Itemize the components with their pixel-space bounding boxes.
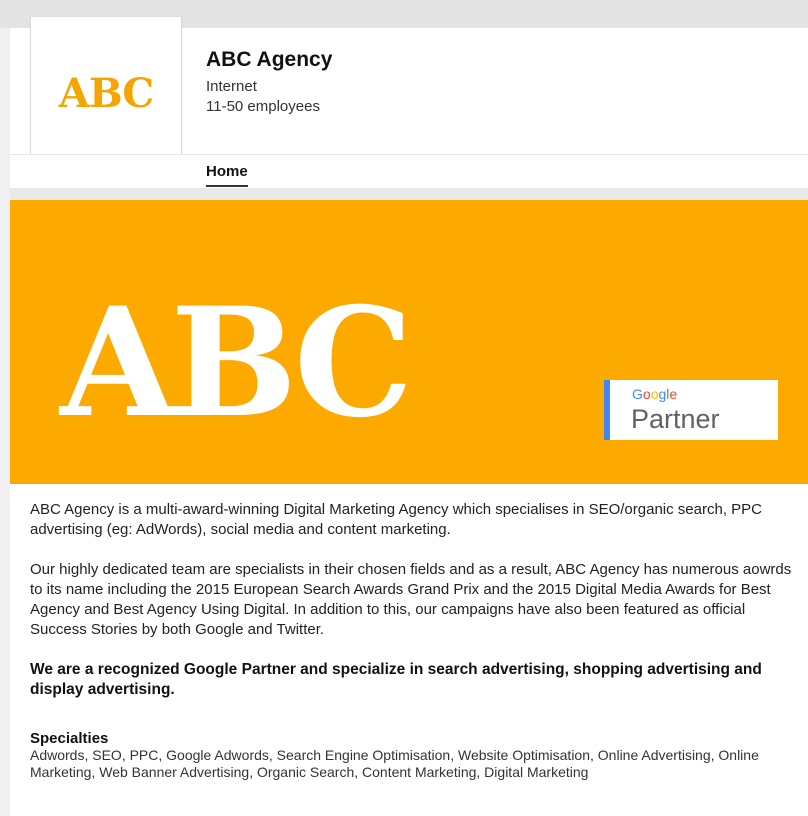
cover-banner: ABC Google Partner bbox=[10, 200, 808, 484]
about-highlight: We are a recognized Google Partner and s… bbox=[30, 661, 762, 698]
banner-logo-text: ABC bbox=[60, 275, 413, 451]
divider bbox=[10, 188, 808, 200]
about-paragraph-2: Our highly dedicated team are specialist… bbox=[30, 561, 792, 638]
company-size: 11-50 employees bbox=[206, 98, 320, 115]
company-name[interactable]: ABC Agency bbox=[206, 48, 332, 72]
about-section: ABC Agency is a multi-award-winning Digi… bbox=[30, 500, 800, 781]
company-logo-text: ABC bbox=[58, 69, 154, 117]
company-header: ABC ABC Agency Internet 11-50 employees … bbox=[10, 16, 808, 188]
partner-label: Partner bbox=[631, 404, 720, 434]
company-industry: Internet bbox=[206, 78, 257, 95]
specialties-list: Adwords, SEO, PPC, Google Adwords, Searc… bbox=[30, 747, 759, 780]
company-logo[interactable]: ABC bbox=[30, 16, 182, 170]
specialties-title: Specialties bbox=[30, 730, 109, 747]
about-paragraph-1: ABC Agency is a multi-award-winning Digi… bbox=[30, 501, 762, 538]
company-page-card: ABC ABC Agency Internet 11-50 employees … bbox=[10, 16, 808, 816]
google-wordmark: Google bbox=[632, 386, 678, 402]
partner-badge-stripe bbox=[604, 380, 610, 440]
tab-bar: Home bbox=[10, 154, 808, 188]
tab-home[interactable]: Home bbox=[206, 163, 248, 187]
google-partner-badge: Google Partner bbox=[604, 380, 778, 440]
